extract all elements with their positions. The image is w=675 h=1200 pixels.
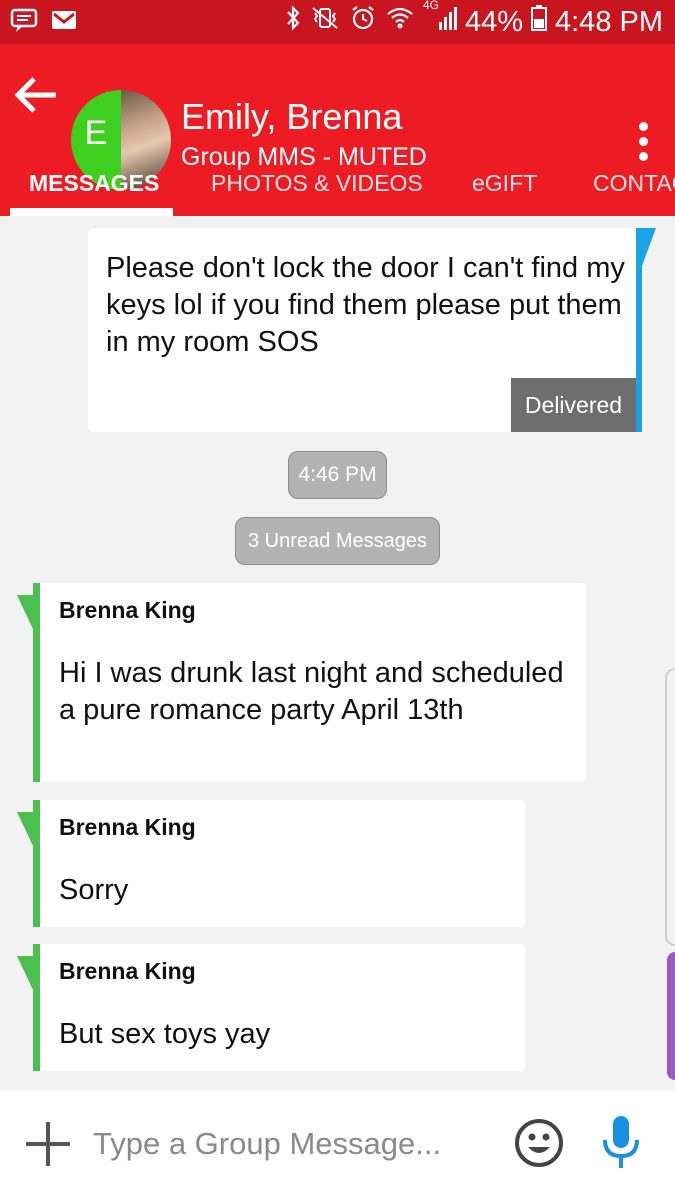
battery-icon [531, 4, 547, 40]
menu-dot-icon [638, 122, 648, 131]
tab-contacts[interactable]: CONTAC [593, 170, 675, 197]
wifi-icon [385, 4, 415, 40]
incoming-accent-bar [33, 800, 40, 927]
signal-icon: 4G [423, 0, 457, 40]
avatar-letter: E [84, 114, 108, 152]
clock: 4:48 PM [555, 5, 663, 38]
incoming-message[interactable]: Brenna King Sorry [17, 800, 525, 927]
battery-percent: 44% [464, 5, 523, 38]
incoming-tail [17, 812, 33, 846]
gmail-icon [50, 8, 78, 42]
conversation-title[interactable]: Emily, Brenna [181, 96, 402, 138]
back-button[interactable] [12, 70, 62, 120]
emoji-button[interactable] [514, 1118, 564, 1168]
microphone-icon [603, 1116, 639, 1168]
message-list[interactable]: Please don't lock the door I can't find … [0, 216, 675, 1090]
tab-bar: MESSAGES PHOTOS & VIDEOS eGIFT CONTAC [0, 156, 675, 216]
message-text: Hi I was drunk last night and scheduled … [59, 657, 564, 726]
voice-input-button[interactable] [598, 1114, 644, 1172]
back-arrow-icon [14, 77, 56, 113]
vibrate-mute-icon [309, 4, 341, 40]
incoming-tail [17, 956, 33, 990]
message-text: But sex toys yay [59, 1018, 271, 1050]
sender-name: Brenna King [59, 814, 196, 840]
network-type-label: 4G [422, 0, 439, 12]
incoming-message[interactable]: Brenna King But sex toys yay [17, 944, 525, 1071]
edge-panel-handle[interactable] [665, 668, 675, 946]
outgoing-message[interactable]: Please don't lock the door I can't find … [88, 228, 656, 432]
tab-messages[interactable]: MESSAGES [29, 170, 159, 197]
menu-dot-icon [638, 137, 648, 146]
message-composer [0, 1090, 675, 1200]
active-tab-indicator [10, 208, 173, 216]
tab-egift[interactable]: eGIFT [472, 170, 537, 197]
outgoing-tail [642, 228, 656, 266]
smiley-icon [515, 1119, 563, 1167]
delivery-status: Delivered [511, 378, 636, 432]
bluetooth-icon [285, 4, 301, 40]
alarm-icon [349, 4, 377, 40]
incoming-accent-bar [33, 944, 40, 1071]
incoming-message[interactable]: Brenna King Hi I was drunk last night an… [17, 583, 586, 782]
tab-photos-videos[interactable]: PHOTOS & VIDEOS [211, 170, 423, 197]
incoming-tail [17, 595, 33, 629]
timestamp-divider: 4:46 PM [288, 451, 387, 499]
chat-notification-icon [10, 8, 40, 42]
sender-name: Brenna King [59, 958, 196, 984]
unread-messages-divider: 3 Unread Messages [235, 517, 440, 565]
edge-panel-tab[interactable] [667, 952, 675, 1080]
status-bar: 4G 44% 4:48 PM [0, 0, 675, 44]
sender-name: Brenna King [59, 597, 196, 623]
message-text: Sorry [59, 874, 129, 906]
incoming-accent-bar [33, 583, 40, 782]
message-input[interactable] [93, 1124, 493, 1164]
attach-plus-icon[interactable] [26, 1122, 70, 1166]
message-text: Please don't lock the door I can't find … [106, 252, 625, 358]
